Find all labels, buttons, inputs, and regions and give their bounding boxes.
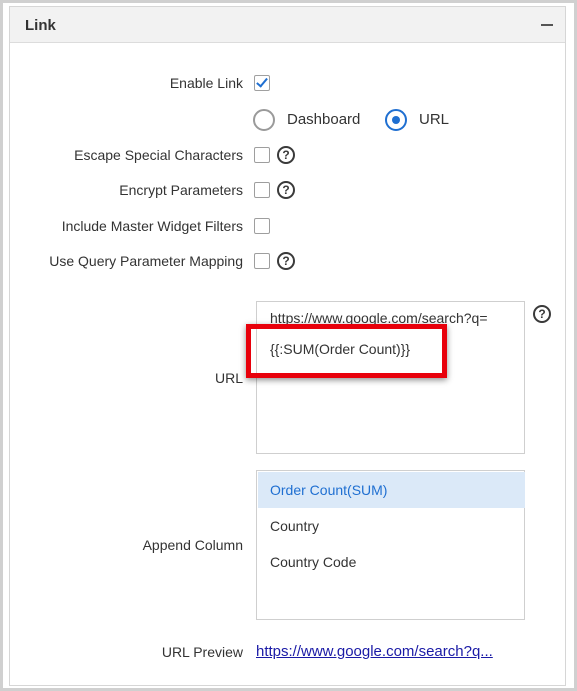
url-preview-link[interactable]: https://www.google.com/search?q... [256, 643, 493, 660]
url-preview-label: URL Preview [161, 644, 243, 660]
include-master-widget-filters-checkbox[interactable] [254, 218, 270, 234]
panel-title: Link [25, 17, 56, 34]
help-icon[interactable]: ? [277, 181, 295, 199]
enable-link-checkbox[interactable] [254, 75, 270, 91]
radio-selected-dot [392, 116, 400, 124]
list-item[interactable]: Country Code [258, 544, 525, 580]
list-item[interactable]: Order Count(SUM) [258, 472, 525, 508]
encrypt-parameters-label: Encrypt Parameters [119, 182, 243, 198]
collapse-icon[interactable] [541, 24, 553, 26]
scrollbar[interactable] [560, 44, 565, 684]
escape-special-characters-label: Escape Special Characters [74, 147, 243, 163]
dashboard-radio[interactable] [253, 109, 275, 131]
enable-link-label: Enable Link [169, 75, 243, 91]
append-column-list[interactable]: Order Count(SUM) Country Country Code [256, 470, 525, 620]
dashboard-radio-label[interactable]: Dashboard [287, 111, 360, 128]
highlight-box [246, 324, 447, 378]
help-icon[interactable]: ? [533, 305, 551, 323]
help-icon[interactable]: ? [277, 252, 295, 270]
check-icon [256, 75, 268, 88]
panel-header[interactable]: Link [10, 7, 565, 43]
include-master-widget-filters-label: Include Master Widget Filters [61, 218, 243, 234]
list-item[interactable]: Country [258, 508, 525, 544]
encrypt-parameters-checkbox[interactable] [254, 182, 270, 198]
use-query-parameter-mapping-checkbox[interactable] [254, 253, 270, 269]
append-column-label: Append Column [142, 537, 243, 553]
url-label: URL [214, 370, 243, 386]
help-icon[interactable]: ? [277, 146, 295, 164]
url-radio-label[interactable]: URL [419, 111, 449, 128]
use-query-parameter-mapping-label: Use Query Parameter Mapping [49, 253, 243, 269]
escape-special-characters-checkbox[interactable] [254, 147, 270, 163]
url-radio[interactable] [385, 109, 407, 131]
